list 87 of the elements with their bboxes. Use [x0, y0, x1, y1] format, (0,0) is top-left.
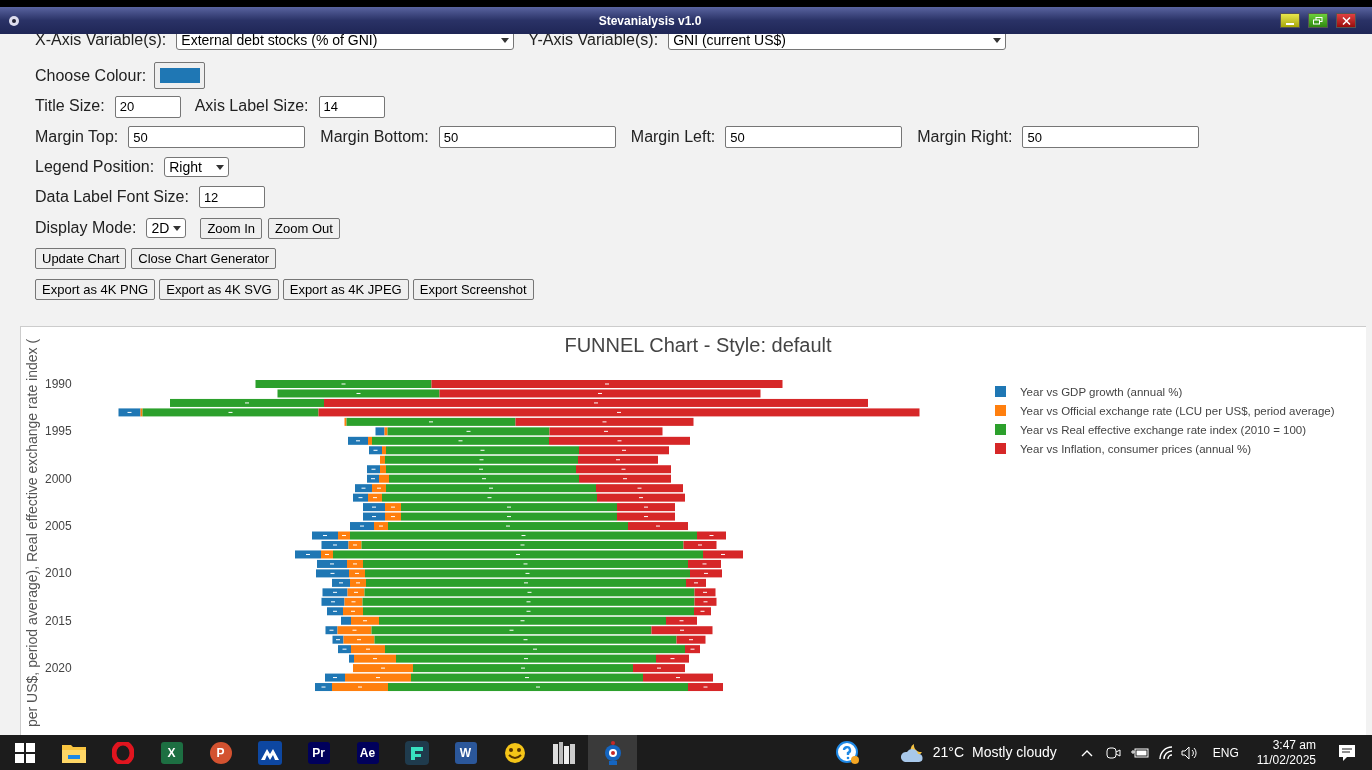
- number-field[interactable]: 50: [128, 126, 306, 148]
- field-label: Choose Colour:: [35, 65, 147, 86]
- clock-time: 3:47 am: [1272, 737, 1316, 753]
- button[interactable]: Zoom In: [200, 217, 263, 239]
- legend-label: Year vs Official exchange rate (LCU per US$, period average): [1020, 405, 1335, 417]
- window-title: Stevanialysis v1.0: [597, 12, 703, 30]
- close-button[interactable]: [1336, 13, 1356, 28]
- camera-icon: [1104, 744, 1121, 761]
- app-icon: X: [160, 741, 183, 764]
- app-icon: W: [454, 741, 477, 764]
- folder-icon: [61, 742, 86, 763]
- year-tick-label: 1995: [45, 424, 72, 439]
- taskbar-button[interactable]: X: [147, 735, 196, 770]
- number-field[interactable]: 14: [318, 95, 385, 118]
- editor-icon: [404, 740, 429, 765]
- speaker-icon: [1180, 745, 1199, 760]
- year-tick-label: 2020: [45, 661, 72, 676]
- field-label: Title Size:: [35, 96, 105, 116]
- legend-label: Year vs Real effective exchange rate index (2010 = 100): [1020, 424, 1307, 436]
- temperature: 21°C: [932, 743, 964, 762]
- year-tick-label: 1990: [45, 377, 72, 391]
- app-icon: P: [209, 741, 232, 764]
- legend-label: Year vs Inflation, consumer prices (annual %): [1020, 443, 1251, 455]
- robot-icon: [602, 739, 623, 766]
- field-label: Margin Left:: [630, 127, 716, 147]
- field-label: Margin Right:: [917, 127, 1013, 147]
- number-field[interactable]: 50: [725, 126, 903, 148]
- clock-date: 11/02/2025: [1256, 752, 1316, 768]
- taskbar-button[interactable]: [588, 735, 637, 770]
- field-label: Axis Label Size:: [194, 97, 309, 114]
- caret-icon: [993, 37, 1002, 43]
- battery-icon: [1130, 746, 1149, 759]
- field-label: Display Mode:: [35, 218, 137, 238]
- year-tick-label: 2010: [45, 566, 72, 581]
- app-icon: Ae: [356, 741, 379, 764]
- dropdown[interactable]: GNI (current US$): [668, 34, 1007, 50]
- button[interactable]: Export as 4K PNG: [35, 279, 156, 300]
- weather-text: Mostly cloudy: [972, 743, 1057, 762]
- field-label: Legend Position:: [35, 157, 155, 177]
- restore-button[interactable]: [1308, 13, 1328, 28]
- legend-label: Year vs GDP growth (annual %): [1020, 386, 1183, 398]
- ring-icon: [111, 741, 134, 764]
- notification-icon: [1338, 743, 1356, 762]
- field-label: Data Label Font Size:: [35, 187, 189, 207]
- button[interactable]: Zoom Out: [268, 217, 340, 239]
- button[interactable]: Export as 4K JPEG: [282, 279, 409, 300]
- language-indicator[interactable]: ENG: [1212, 743, 1239, 762]
- dropdown[interactable]: External debt stocks (% of GNI): [176, 34, 515, 50]
- button[interactable]: Export as 4K SVG: [159, 279, 279, 300]
- field-label: Y-Axis Variable(s):: [528, 34, 659, 50]
- y-axis-title: per US$, period average), Real effective exchange rate index (: [24, 338, 40, 727]
- taskbar-button[interactable]: Pr: [294, 735, 343, 770]
- number-field[interactable]: 20: [114, 95, 181, 118]
- chart-title: FUNNEL Chart - Style: default: [564, 334, 832, 356]
- year-tick-label: 2005: [45, 519, 72, 534]
- number-field[interactable]: 50: [438, 126, 616, 148]
- field-label: Margin Bottom:: [320, 127, 429, 147]
- colour-picker[interactable]: [154, 62, 206, 89]
- restore-icon: [1313, 16, 1323, 25]
- minimize-button[interactable]: [1280, 13, 1300, 28]
- field-label: X-Axis Variable(s):: [35, 34, 167, 50]
- taskbar-button[interactable]: Ae: [343, 735, 392, 770]
- caret-icon: [501, 37, 510, 43]
- app-icon: Pr: [307, 741, 330, 764]
- dropdown[interactable]: Right: [164, 157, 230, 177]
- button[interactable]: Close Chart Generator: [131, 248, 277, 269]
- app-icon: [8, 13, 20, 28]
- smiley-icon: [502, 741, 527, 764]
- books-icon: [551, 740, 576, 765]
- field-label: Margin Top:: [35, 127, 119, 147]
- taskbar-button[interactable]: W: [441, 735, 490, 770]
- help-icon: [835, 740, 860, 765]
- button[interactable]: Update Chart: [35, 248, 127, 269]
- minimize-icon: [1286, 23, 1294, 25]
- year-tick-label: 2015: [45, 613, 72, 628]
- caret-icon: [216, 164, 225, 170]
- close-icon: [1341, 16, 1351, 25]
- caret-icon: [173, 225, 182, 231]
- button[interactable]: Export Screenshot: [412, 279, 534, 300]
- number-field[interactable]: 50: [1022, 126, 1200, 148]
- number-field[interactable]: 12: [198, 186, 265, 208]
- taskbar-button[interactable]: P: [196, 735, 245, 770]
- chevron-up-icon: [1080, 748, 1093, 757]
- year-tick-label: 2000: [45, 471, 72, 486]
- mountain-icon: [257, 740, 282, 765]
- dropdown[interactable]: 2D: [146, 218, 187, 238]
- windows-icon: [14, 742, 35, 763]
